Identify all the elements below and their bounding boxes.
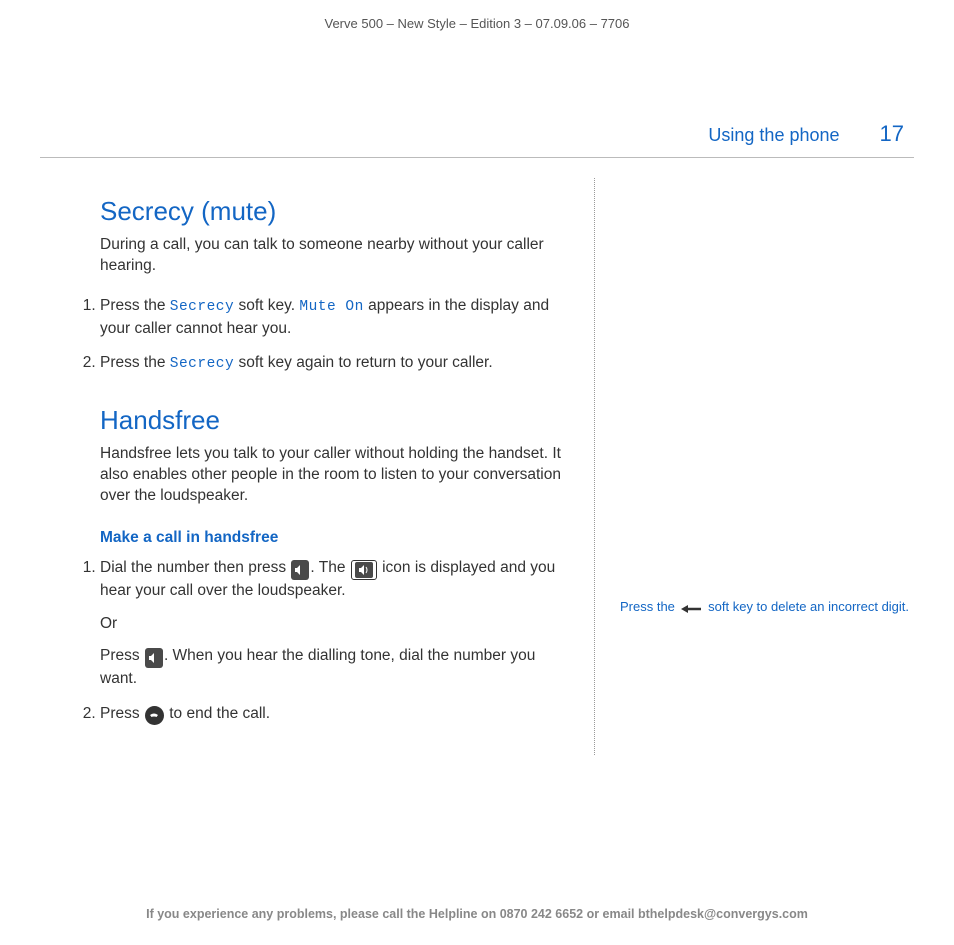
text: to end the call. [165,705,270,722]
text: soft key to delete an incorrect digit. [705,599,910,614]
end-call-icon [145,706,164,725]
content-columns: Secrecy (mute) During a call, you can ta… [30,158,924,755]
or-text: Or [100,613,569,635]
page-header: Using the phone 17 [40,121,914,158]
lcd-mute-on: Mute On [299,299,363,315]
speaker-icon [145,648,163,668]
handsfree-subheading: Make a call in handsfree [100,529,569,547]
handsfree-step-2: Press to end the call. [100,703,569,726]
handsfree-step-1-alt: Press . When you hear the dialling tone,… [100,645,569,690]
lcd-secrecy: Secrecy [170,356,234,372]
main-column: Secrecy (mute) During a call, you can ta… [40,178,595,755]
text: Press the [100,297,170,314]
page-footer: If you experience any problems, please c… [0,907,954,921]
handsfree-heading: Handsfree [100,405,569,436]
page-number: 17 [880,121,904,147]
secrecy-step-2: Press the Secrecy soft key again to retu… [100,352,569,375]
back-arrow-icon [681,601,703,619]
text: Press the [100,354,170,371]
text: . The [310,559,349,576]
document-page: Verve 500 – New Style – Edition 3 – 07.0… [0,0,954,945]
handsfree-step-1: Dial the number then press . The icon is… [100,557,569,690]
secrecy-heading: Secrecy (mute) [100,196,569,227]
text: Press [100,647,144,664]
lcd-secrecy: Secrecy [170,299,234,315]
text: soft key. [234,297,299,314]
secrecy-steps: Press the Secrecy soft key. Mute On appe… [80,295,569,376]
text: Press [100,705,144,722]
speaker-display-icon [351,560,377,580]
text: . When you hear the dialling tone, dial … [100,647,535,687]
handsfree-intro: Handsfree lets you talk to your caller w… [100,444,569,507]
text: Press the [620,599,679,614]
section-title: Using the phone [708,125,839,146]
secrecy-step-1: Press the Secrecy soft key. Mute On appe… [100,295,569,340]
document-meta-line: Verve 500 – New Style – Edition 3 – 07.0… [30,16,924,31]
sidebar-column: Press the soft key to delete an incorrec… [595,178,914,755]
speaker-icon [291,560,309,580]
sidebar-tip: Press the soft key to delete an incorrec… [620,598,914,619]
handsfree-steps: Dial the number then press . The icon is… [80,557,569,725]
secrecy-intro: During a call, you can talk to someone n… [100,235,569,277]
text: Dial the number then press [100,559,290,576]
text: soft key again to return to your caller. [234,354,492,371]
